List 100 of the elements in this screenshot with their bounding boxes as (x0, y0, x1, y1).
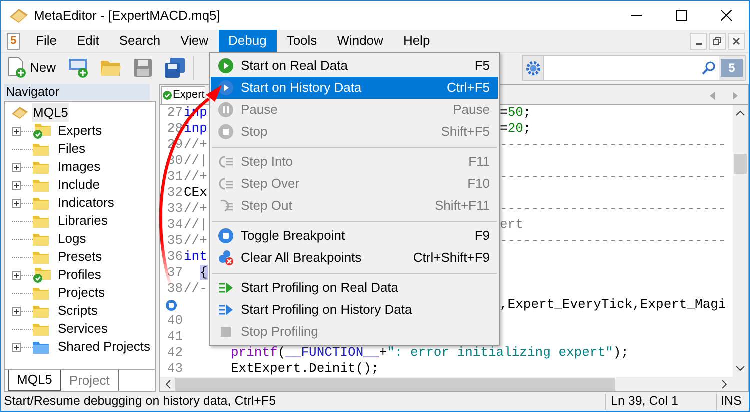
menu-item[interactable]: Edit (66, 30, 110, 52)
step-over-icon (218, 176, 234, 192)
tree-item[interactable]: MQL5 (32, 102, 70, 122)
folder-icon (33, 340, 49, 354)
menu-item[interactable]: Search (109, 30, 171, 52)
tree-item[interactable]: Include (57, 175, 101, 195)
line-number: 34 (167, 217, 183, 233)
save-all-button[interactable] (163, 56, 188, 80)
mdi-close-button[interactable] (728, 32, 745, 50)
new-document-icon (6, 57, 28, 79)
code-text: //+ (184, 201, 208, 217)
code-text: //+ (184, 137, 208, 153)
scroll-left-icon[interactable] (165, 380, 171, 388)
folder-icon (33, 286, 49, 300)
checked-folder-icon (33, 268, 51, 282)
pause-icon (218, 102, 234, 118)
folder-icon (33, 160, 49, 174)
status-message: Start/Resume debugging on history data, Ctrl+F5 (4, 393, 276, 410)
tree-item[interactable]: Projects (57, 283, 106, 303)
vertical-scrollbar[interactable] (733, 105, 748, 377)
new-button[interactable]: New (5, 56, 58, 80)
menu-entry[interactable]: Start Profiling on Real Data (211, 277, 498, 299)
code-text: int (184, 249, 208, 265)
panel-tab[interactable]: MQL5 (8, 370, 62, 391)
play-icon (218, 80, 234, 96)
book-icon (11, 106, 29, 120)
line-number: 37 (167, 265, 183, 281)
app-icon (9, 8, 29, 24)
menu-item[interactable]: File (26, 30, 67, 52)
scroll-right-icon[interactable] (722, 380, 728, 388)
expand-icon[interactable] (12, 126, 21, 136)
editor-tab[interactable]: Expert (161, 86, 205, 104)
tree-item[interactable]: Scripts (57, 301, 99, 321)
menu-entry[interactable]: Start on History Data Ctrl+F5 (211, 77, 498, 99)
menu-entry[interactable]: Toggle Breakpoint F9 (211, 225, 498, 247)
profile-icon (218, 280, 234, 296)
tree-item[interactable]: Shared Projects (57, 337, 152, 357)
cursor-position: Ln 39, Col 1 (610, 393, 680, 410)
tree-item[interactable]: Experts (57, 121, 104, 141)
code-text: ----------------------------- (500, 169, 726, 185)
expand-icon[interactable] (12, 306, 21, 316)
line-number: 35 (167, 233, 183, 249)
expand-icon[interactable] (12, 180, 21, 190)
close-icon (732, 36, 741, 46)
expand-icon[interactable] (12, 342, 21, 352)
menu-item[interactable]: Debug (218, 30, 277, 52)
minimize-icon (696, 43, 702, 45)
panel-tab[interactable]: Project (61, 370, 119, 391)
code-text: inp (184, 121, 208, 137)
line-number: 43 (167, 361, 183, 377)
mdi-restore-button[interactable] (709, 32, 726, 50)
code-text: ----------------------------- (500, 201, 726, 217)
mdi-minimize-button[interactable] (690, 32, 707, 50)
tree-item[interactable]: Presets (57, 247, 104, 267)
line-number: 38 (167, 281, 183, 297)
code-text: ,Expert_EveryTick,Expert_Magi (500, 297, 726, 313)
profile-icon (218, 302, 234, 318)
folder-icon (33, 142, 49, 156)
scroll-down-icon[interactable] (736, 366, 745, 372)
checked-folder-icon (33, 124, 51, 138)
code-text: ----------------------------- (500, 233, 726, 249)
code-text: //+ (184, 169, 208, 185)
line-number: 40 (167, 313, 183, 329)
expand-icon[interactable] (12, 198, 21, 208)
line-number: 33 (167, 201, 183, 217)
insert-mode: INS (720, 393, 743, 410)
menu-item[interactable]: Tools (276, 30, 328, 52)
scrollbar-thumb[interactable] (734, 154, 747, 174)
menu-item[interactable]: Help (393, 30, 440, 52)
clear-breakpoints-icon (218, 250, 234, 266)
tree-item[interactable]: Files (57, 139, 86, 159)
tree-item[interactable]: Services (57, 319, 109, 339)
search-field[interactable] (543, 56, 719, 80)
window-title: MetaEditor - [ExpertMACD.mq5] (34, 6, 220, 25)
scroll-up-icon[interactable] (736, 110, 745, 116)
expand-icon[interactable] (12, 162, 21, 172)
menu-entry[interactable]: Start on Real Data F5 (211, 55, 498, 77)
expand-icon[interactable] (12, 270, 21, 280)
menu-entry[interactable]: Clear All Breakpoints Ctrl+Shift+F9 (211, 247, 498, 269)
menu-item[interactable]: View (170, 30, 219, 52)
line-number: 31 (167, 169, 183, 185)
code-text: //| (184, 153, 208, 169)
tree-item[interactable]: Logs (57, 229, 88, 249)
step-out-icon (218, 198, 234, 214)
breakpoint-icon[interactable] (166, 300, 177, 310)
tree-item[interactable]: Images (57, 157, 102, 177)
code-text: printf(__FUNCTION__+": error initializing expert"); (231, 345, 629, 361)
tree-item[interactable]: Libraries (57, 211, 109, 231)
line-number: 41 (167, 329, 183, 345)
folder-icon (33, 304, 49, 318)
menu-item[interactable]: Window (327, 30, 394, 52)
play-icon (218, 58, 234, 74)
scrollbar-thumb[interactable] (175, 378, 615, 390)
search-icon (702, 61, 716, 75)
tree-item[interactable]: Indicators (57, 193, 116, 213)
line-number: 32 (167, 185, 183, 201)
code-text: { (199, 265, 208, 281)
code-text: =20; (500, 121, 532, 137)
menu-entry[interactable]: Start Profiling on History Data (211, 299, 498, 321)
tree-item[interactable]: Profiles (57, 265, 102, 285)
